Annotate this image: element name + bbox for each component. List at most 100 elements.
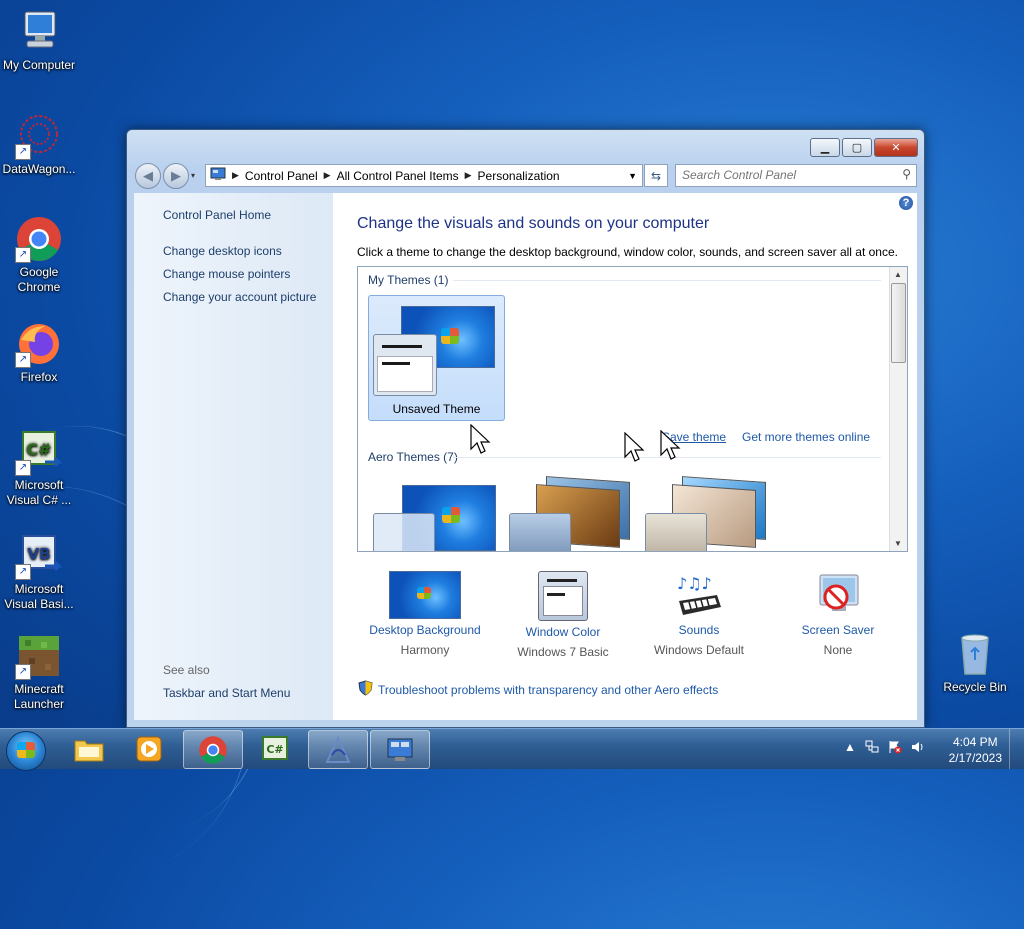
volume-icon[interactable] bbox=[911, 740, 925, 757]
taskbar-datawagon[interactable] bbox=[308, 730, 368, 769]
maximize-button[interactable]: ▢ bbox=[842, 138, 872, 157]
group-divider bbox=[453, 280, 881, 281]
svg-text:VB: VB bbox=[27, 545, 50, 563]
troubleshoot-row[interactable]: Troubleshoot problems with transparency … bbox=[358, 680, 718, 699]
desktop-icon-firefox[interactable]: ↗ Firefox bbox=[0, 320, 81, 385]
clock[interactable]: 4:04 PM 2/17/2023 bbox=[949, 734, 1002, 766]
navigation-bar: ◀ ▶ ▾ ▶ Control Panel ▶ All Control Pane… bbox=[135, 162, 917, 189]
desktop-icon-label: Minecraft Launcher bbox=[13, 682, 65, 711]
show-desktop-button[interactable] bbox=[1009, 729, 1024, 769]
close-button[interactable]: ✕ bbox=[874, 138, 918, 157]
taskbar-chrome[interactable] bbox=[183, 730, 243, 769]
start-button[interactable] bbox=[6, 731, 46, 771]
clock-time: 4:04 PM bbox=[952, 735, 998, 749]
desktop-icon-label: My Computer bbox=[2, 58, 76, 72]
scrollbar-thumb[interactable] bbox=[891, 283, 906, 363]
desktop-icon-datawagon[interactable]: ↗ DataWagon... bbox=[0, 112, 81, 177]
show-hidden-icons-icon[interactable]: ▲ bbox=[844, 740, 856, 757]
scroll-down-icon[interactable]: ▼ bbox=[894, 539, 902, 548]
screen-saver-link[interactable]: Screen Saver bbox=[773, 623, 903, 637]
screen-saver-setting[interactable]: Screen Saver None bbox=[773, 571, 903, 657]
chrome-icon bbox=[199, 735, 227, 764]
change-account-picture-link[interactable]: Change your account picture bbox=[163, 290, 316, 304]
address-bar[interactable]: ▶ Control Panel ▶ All Control Panel Item… bbox=[205, 164, 643, 187]
firefox-icon: ↗ bbox=[15, 320, 63, 368]
window-color-icon bbox=[538, 571, 588, 621]
recycle-bin-icon bbox=[951, 630, 999, 678]
desktop-icon-minecraft[interactable]: ↗ Minecraft Launcher bbox=[0, 632, 81, 712]
taskbar-control-panel[interactable] bbox=[370, 730, 430, 769]
desktop-icon-my-computer[interactable]: My Computer bbox=[0, 8, 81, 73]
shortcut-arrow-icon: ↗ bbox=[15, 460, 31, 476]
change-desktop-icons-link[interactable]: Change desktop icons bbox=[163, 244, 282, 258]
search-box[interactable]: ⚲ bbox=[675, 164, 917, 187]
network-icon[interactable] bbox=[865, 740, 879, 757]
window-color-preview bbox=[509, 513, 571, 551]
breadcrumb-separator-icon: ▶ bbox=[232, 170, 239, 180]
troubleshoot-link[interactable]: Troubleshoot problems with transparency … bbox=[378, 683, 718, 697]
refresh-button[interactable]: ⇆ bbox=[644, 164, 668, 187]
address-dropdown-icon[interactable]: ▼ bbox=[628, 171, 642, 181]
taskbar-file-explorer[interactable] bbox=[60, 730, 118, 767]
svg-text:♪♫♪: ♪♫♪ bbox=[677, 574, 712, 593]
help-icon[interactable]: ? bbox=[899, 196, 913, 210]
desktop-icon-label: Firefox bbox=[20, 370, 58, 384]
control-panel-icon bbox=[206, 167, 230, 184]
visual-basic-icon: VB ↗ bbox=[15, 532, 63, 580]
shortcut-arrow-icon: ↗ bbox=[15, 664, 31, 680]
mouse-cursor-icon bbox=[660, 430, 681, 460]
back-arrow-icon: ◀ bbox=[143, 168, 153, 183]
desktop-icon-visual-basic[interactable]: VB ↗ Microsoft Visual Basi... bbox=[0, 532, 81, 612]
taskbar: C# ▲ 4:04 PM 2/17/2023 bbox=[0, 728, 1024, 771]
search-icon[interactable]: ⚲ bbox=[902, 167, 911, 181]
system-tray: ▲ bbox=[844, 740, 925, 757]
window-color-setting[interactable]: Window Color Windows 7 Basic bbox=[498, 571, 628, 659]
theme-aero-characters[interactable] bbox=[644, 475, 768, 551]
my-themes-header: My Themes (1) bbox=[368, 273, 449, 287]
visual-csharp-icon: C# bbox=[262, 735, 288, 760]
maximize-icon: ▢ bbox=[851, 142, 863, 154]
back-button[interactable]: ◀ bbox=[135, 163, 161, 189]
shortcut-arrow-icon: ↗ bbox=[15, 144, 31, 160]
taskbar-start-menu-link[interactable]: Taskbar and Start Menu bbox=[163, 686, 290, 700]
forward-button[interactable]: ▶ bbox=[163, 163, 189, 189]
taskbar-media-player[interactable] bbox=[120, 730, 178, 767]
sounds-link[interactable]: Sounds bbox=[634, 623, 764, 637]
window-color-preview bbox=[373, 334, 437, 396]
get-more-themes-link[interactable]: Get more themes online bbox=[742, 430, 870, 444]
screen-saver-icon bbox=[812, 571, 864, 619]
left-pane: Control Panel Home Change desktop icons … bbox=[134, 193, 333, 720]
theme-unsaved[interactable]: Unsaved Theme bbox=[368, 295, 505, 421]
desktop-icon-recycle-bin[interactable]: Recycle Bin bbox=[933, 630, 1017, 695]
change-mouse-pointers-link[interactable]: Change mouse pointers bbox=[163, 267, 290, 281]
visual-csharp-icon: C# ↗ bbox=[15, 428, 63, 476]
recent-pages-dropdown[interactable]: ▾ bbox=[191, 171, 195, 180]
sounds-value: Windows Default bbox=[653, 643, 745, 657]
control-panel-home-link[interactable]: Control Panel Home bbox=[163, 208, 271, 222]
scroll-up-icon[interactable]: ▲ bbox=[894, 270, 902, 279]
desktop-background-setting[interactable]: Desktop Background Harmony bbox=[360, 571, 490, 657]
window-color-link[interactable]: Window Color bbox=[498, 625, 628, 639]
windows-logo-icon bbox=[17, 742, 35, 758]
shortcut-arrow-icon: ↗ bbox=[15, 247, 31, 263]
taskbar-visual-csharp[interactable]: C# bbox=[246, 730, 304, 767]
shortcut-arrow-icon: ↗ bbox=[15, 564, 31, 580]
minimize-button[interactable]: ▁ bbox=[810, 138, 840, 157]
search-input[interactable] bbox=[676, 165, 892, 184]
sounds-setting[interactable]: ♪♫♪ Sounds Windows Default bbox=[634, 571, 764, 657]
desktop-background-link[interactable]: Desktop Background bbox=[360, 623, 490, 637]
datawagon-icon: ↗ bbox=[15, 112, 63, 160]
page-title: Change the visuals and sounds on your co… bbox=[357, 215, 710, 232]
desktop-icon-visual-csharp[interactable]: C# ↗ Microsoft Visual C# ... bbox=[0, 428, 81, 508]
action-center-flag-icon[interactable] bbox=[888, 740, 902, 757]
preview-bar bbox=[547, 593, 565, 596]
desktop-icon-chrome[interactable]: ↗ Google Chrome bbox=[0, 215, 81, 295]
breadcrumb-control-panel[interactable]: Control Panel bbox=[241, 169, 322, 183]
themes-scrollbar[interactable]: ▲ ▼ bbox=[889, 267, 907, 551]
theme-aero-windows7[interactable] bbox=[372, 485, 496, 551]
breadcrumb-personalization[interactable]: Personalization bbox=[474, 169, 564, 183]
preview-pane bbox=[543, 586, 583, 616]
theme-aero-architecture[interactable] bbox=[508, 475, 632, 551]
breadcrumb-all-items[interactable]: All Control Panel Items bbox=[333, 169, 463, 183]
content-area: Control Panel Home Change desktop icons … bbox=[134, 193, 917, 720]
